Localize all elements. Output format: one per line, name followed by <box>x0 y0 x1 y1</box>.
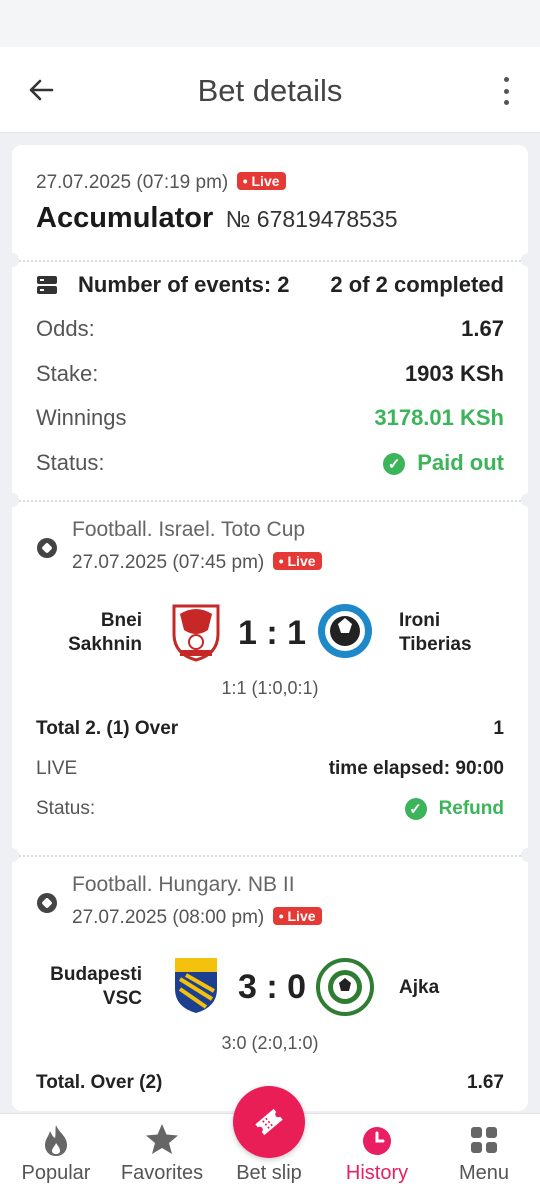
tab-label: History <box>345 1162 409 1184</box>
tab-label: Popular <box>21 1162 91 1184</box>
market-row: Total 2. (1) Over 1 <box>36 718 504 740</box>
check-icon: ✓ <box>383 453 406 476</box>
market-label: Total. Over (2) <box>36 1072 163 1093</box>
more-options-icon[interactable] <box>502 77 510 105</box>
page-title: Bet details <box>197 73 343 108</box>
tab-label: Favorites <box>120 1162 204 1184</box>
away-team: Ajka <box>399 977 440 998</box>
tab-label: Menu <box>458 1162 510 1184</box>
tab-favorites[interactable]: Favorites <box>121 1114 203 1200</box>
status-label: Status: <box>36 450 105 475</box>
live-badge: Live <box>236 172 286 190</box>
event-score: 1 : 1 <box>238 614 307 652</box>
bet-number: № 67819478535 <box>225 206 398 232</box>
event-status: Refund <box>438 798 504 820</box>
status-row: Status: ✓ Paid out <box>36 450 504 476</box>
winnings-row: Winnings 3178.01 KSh <box>36 405 504 431</box>
check-icon: ✓ <box>404 798 427 820</box>
bet-slip-button[interactable] <box>233 1086 305 1158</box>
away-team: Ironi Tiberias <box>399 610 472 655</box>
notch <box>5 848 19 862</box>
ironi-tiberias-logo <box>318 604 372 658</box>
home-team: Bnei Sakhnin <box>68 610 142 655</box>
notch <box>5 253 19 267</box>
market-odds: 1 <box>493 718 504 739</box>
event-score-detail: 1:1 (1:0,0:1) <box>221 678 319 698</box>
tab-history[interactable]: History <box>338 1114 416 1200</box>
star-icon <box>146 1124 178 1154</box>
event-date: 27.07.2025 (07:45 pm) <box>72 552 265 573</box>
winnings-label: Winnings <box>36 405 127 430</box>
events-list-icon <box>37 276 57 294</box>
odds-label: Odds: <box>36 316 95 341</box>
live-badge: Live <box>272 552 322 570</box>
bet-type: Accumulator <box>36 202 214 234</box>
notch <box>521 848 535 862</box>
event-score-detail: 3:0 (2:0,1:0) <box>221 1033 319 1053</box>
event-score: 3 : 0 <box>238 968 307 1006</box>
event-date: 27.07.2025 (08:00 pm) <box>72 907 265 928</box>
odds-row: Odds: 1.67 <box>36 316 504 342</box>
clock-icon <box>363 1127 391 1155</box>
stake-label: Stake: <box>36 361 99 386</box>
budapesti-vsc-logo <box>175 958 217 1013</box>
bet-date: 27.07.2025 (07:19 pm) <box>36 172 229 193</box>
tab-menu[interactable]: Menu <box>444 1114 524 1200</box>
event-date-row: 27.07.2025 (08:00 pm) Live <box>72 907 322 929</box>
status-value: Paid out <box>417 450 504 475</box>
divider <box>12 260 528 262</box>
event-league: Football. Israel. Toto Cup <box>72 518 306 541</box>
grid-menu-icon <box>471 1127 497 1153</box>
events-count: Number of events: 2 <box>78 272 290 297</box>
ticket-icon <box>255 1108 283 1136</box>
events-completed: 2 of 2 completed <box>330 272 504 297</box>
market-label: Total 2. (1) Over <box>36 718 179 739</box>
notch <box>5 493 19 507</box>
status-value-wrap: ✓ Paid out <box>383 450 504 476</box>
events-count-row: Number of events: 2 2 of 2 completed <box>36 272 504 298</box>
notch <box>521 253 535 267</box>
notch <box>521 493 535 507</box>
bet-date-row: 27.07.2025 (07:19 pm) Live <box>36 172 286 194</box>
market-odds: 1.67 <box>467 1072 504 1093</box>
tab-popular[interactable]: Popular <box>16 1114 96 1200</box>
event-league: Football. Hungary. NB II <box>72 873 295 896</box>
stake-value: 1903 KSh <box>404 361 504 386</box>
bet-title-row: Accumulator № 67819478535 <box>36 202 398 235</box>
home-team: Budapesti VSC <box>50 964 142 1009</box>
status-bar <box>0 0 540 47</box>
ajka-logo <box>316 958 374 1016</box>
time-elapsed: time elapsed: 90:00 <box>328 758 504 779</box>
live-text: LIVE <box>36 758 78 779</box>
divider <box>12 855 528 857</box>
football-icon <box>37 538 57 558</box>
event-status-row: Status: ✓ Refund <box>36 798 504 820</box>
app-header: Bet details <box>0 47 540 133</box>
bnei-sakhnin-logo <box>172 604 220 662</box>
event-date-row: 27.07.2025 (07:45 pm) Live <box>72 552 322 574</box>
live-row: LIVE time elapsed: 90:00 <box>36 758 504 780</box>
flame-icon <box>45 1125 67 1156</box>
winnings-value: 3178.01 KSh <box>374 405 504 430</box>
event-status-label: Status: <box>36 798 96 819</box>
divider <box>12 500 528 502</box>
event-status-wrap: ✓ Refund <box>404 798 504 820</box>
odds-value: 1.67 <box>461 316 504 341</box>
stake-row: Stake: 1903 KSh <box>36 361 504 387</box>
tab-label: Bet slip <box>236 1162 302 1184</box>
live-badge: Live <box>272 907 322 925</box>
football-icon <box>37 893 57 913</box>
